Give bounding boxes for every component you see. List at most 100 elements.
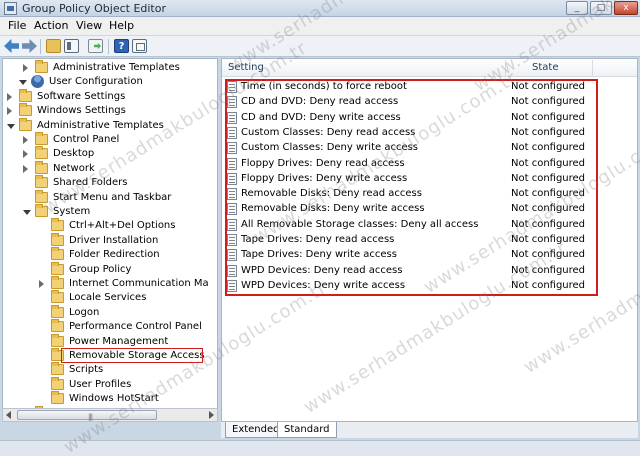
tree-item[interactable]: Logon xyxy=(3,304,217,320)
tree-item[interactable]: Administrative Templates xyxy=(3,117,217,133)
tree-item-label: Administrative Templates xyxy=(37,119,164,131)
menu-help[interactable]: Help xyxy=(109,19,134,32)
menu-action[interactable]: Action xyxy=(34,19,68,32)
tree-item[interactable]: Group Policy xyxy=(3,261,217,277)
collapsed-arrow-icon[interactable] xyxy=(23,136,28,144)
collapsed-arrow-icon[interactable] xyxy=(23,64,28,72)
folder-icon xyxy=(51,391,64,405)
folder-icon xyxy=(35,204,48,217)
expanded-arrow-icon[interactable] xyxy=(7,123,15,129)
filter-icon[interactable] xyxy=(132,39,147,53)
expanded-arrow-icon[interactable] xyxy=(19,80,27,86)
tree-item-label: User Profiles xyxy=(69,378,132,390)
expanded-arrow-icon[interactable] xyxy=(23,210,31,215)
forward-arrow-icon[interactable] xyxy=(22,39,37,53)
window-title: Group Policy Object Editor xyxy=(22,2,166,15)
tab-standard[interactable]: Standard xyxy=(277,422,337,438)
scroll-right-arrow-icon[interactable] xyxy=(209,411,214,419)
tree-item-label: Ctrl+Alt+Del Options xyxy=(69,220,176,232)
tree-item-label: System xyxy=(53,206,91,217)
export-list-icon[interactable] xyxy=(88,39,103,53)
folder-icon xyxy=(35,160,48,174)
show-hide-tree-icon[interactable] xyxy=(64,39,79,53)
collapsed-arrow-icon[interactable] xyxy=(23,150,28,159)
menu-file[interactable]: File xyxy=(8,19,26,32)
maximize-button[interactable]: □ xyxy=(590,1,612,15)
folder-icon xyxy=(51,319,64,333)
toolbar-separator xyxy=(108,39,109,54)
scroll-left-arrow-icon[interactable] xyxy=(6,411,11,419)
tree-item-label: Performance Control Panel xyxy=(69,321,202,333)
tree-item-label: User Configuration xyxy=(49,76,143,88)
tree-item[interactable]: User Configuration xyxy=(3,75,217,89)
column-divider[interactable] xyxy=(592,60,593,76)
close-button[interactable]: x xyxy=(614,1,638,15)
collapsed-arrow-icon[interactable] xyxy=(39,280,44,288)
tree-item-label: Scripts xyxy=(69,364,104,376)
back-arrow-icon[interactable] xyxy=(4,39,19,53)
folder-icon xyxy=(51,276,64,289)
tree-item[interactable]: Folder Redirection xyxy=(3,247,217,262)
tree-item[interactable]: Locale Services xyxy=(3,290,217,305)
tree-item[interactable]: Desktop xyxy=(3,146,217,161)
tree-item[interactable]: Performance Control Panel xyxy=(3,319,217,334)
settings-list: Setting State Time (in seconds) to force… xyxy=(221,58,638,422)
grip-icon: ||| xyxy=(88,413,93,421)
tree-item[interactable]: Shared Folders xyxy=(3,175,217,190)
collapsed-arrow-icon[interactable] xyxy=(23,164,28,173)
folder-icon xyxy=(51,218,64,232)
up-folder-icon[interactable] xyxy=(46,39,61,53)
collapsed-arrow-icon[interactable] xyxy=(7,92,12,101)
folder-icon xyxy=(51,362,64,376)
tree-item[interactable]: Administrative Templates xyxy=(3,60,217,75)
tree-item-label: Software Settings xyxy=(37,90,126,102)
tree-item-label: Network xyxy=(53,162,95,174)
folder-icon xyxy=(51,333,64,347)
list-header: Setting State xyxy=(222,59,637,77)
folder-icon xyxy=(35,189,48,203)
tree-item-label: Internet Communication Ma xyxy=(69,278,209,289)
folder-icon xyxy=(35,132,48,145)
tree-item[interactable]: User Profiles xyxy=(3,376,217,392)
folder-icon xyxy=(51,304,64,318)
help-icon[interactable]: ? xyxy=(114,39,129,53)
tree-item[interactable]: Power Management xyxy=(3,333,217,349)
folder-icon xyxy=(35,146,48,160)
tree-item[interactable]: Software Settings xyxy=(3,88,217,104)
tree-item[interactable]: System xyxy=(3,204,217,219)
tree-item[interactable]: Windows Settings xyxy=(3,103,217,118)
folder-icon xyxy=(19,88,32,102)
tree-item-label: Start Menu and Taskbar xyxy=(53,191,172,203)
scroll-thumb[interactable]: ||| xyxy=(17,410,157,421)
tree-item[interactable]: Network xyxy=(3,160,217,176)
tree-item[interactable]: Scripts xyxy=(3,362,217,377)
column-setting[interactable]: Setting xyxy=(228,62,264,73)
tree-item[interactable]: Windows HotStart xyxy=(3,391,217,406)
tree-item[interactable]: Start Menu and Taskbar xyxy=(3,189,217,205)
gpo-editor-icon xyxy=(4,2,17,15)
column-divider[interactable] xyxy=(505,60,506,76)
tree-item[interactable]: Internet Communication Ma xyxy=(3,276,217,291)
toolbar-separator xyxy=(40,39,41,54)
menu-bar: File Action View Help xyxy=(0,17,640,36)
user-icon xyxy=(31,75,44,89)
tree-item-label: Locale Services xyxy=(69,292,147,304)
column-state[interactable]: State xyxy=(532,62,558,73)
tree-item-label: Desktop xyxy=(53,148,95,160)
tree-item-label: Administrative Templates xyxy=(53,62,180,73)
tree-item[interactable]: Ctrl+Alt+Del Options xyxy=(3,218,217,233)
status-bar xyxy=(0,440,640,456)
folder-icon xyxy=(51,290,64,304)
tree-item-label: Logon xyxy=(69,306,100,318)
collapsed-arrow-icon[interactable] xyxy=(7,107,12,116)
view-tabs: Extended Standard xyxy=(221,422,638,438)
tree-item[interactable]: Driver Installation xyxy=(3,232,217,248)
menu-view[interactable]: View xyxy=(76,19,102,32)
folder-icon xyxy=(35,175,48,189)
tree-item-label: Windows Settings xyxy=(37,105,126,117)
tree-item[interactable]: Control Panel xyxy=(3,132,217,147)
folder-icon xyxy=(35,60,48,73)
minimize-button[interactable]: _ xyxy=(566,1,588,15)
tree-horizontal-scrollbar[interactable]: ||| xyxy=(2,408,218,422)
folder-icon xyxy=(51,232,64,246)
